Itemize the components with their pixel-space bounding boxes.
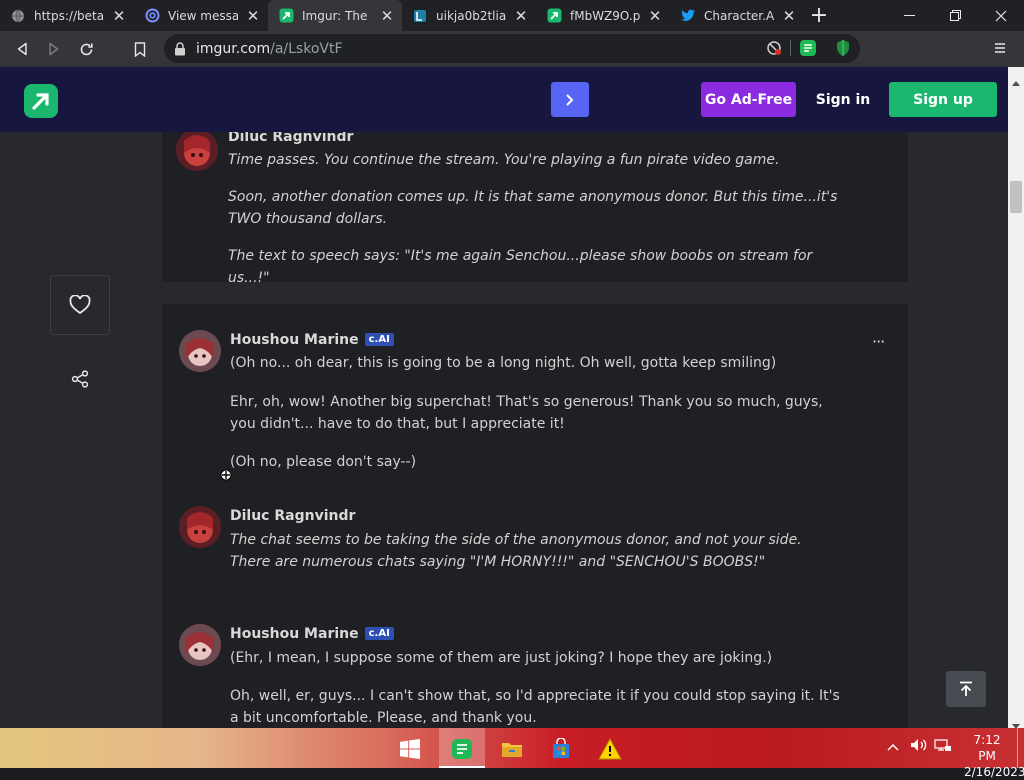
clock-date: 2/16/2023 [964, 765, 1024, 779]
avatar-marine [179, 624, 221, 666]
message-line: (Oh no... oh dear, this is going to be a… [230, 355, 777, 371]
next-post-button[interactable] [551, 82, 589, 117]
back-to-top-button[interactable] [946, 671, 986, 707]
browser-tab-1[interactable]: https://beta.ch ✕ [0, 0, 134, 31]
avatar-diluc [179, 506, 221, 548]
lock-icon [174, 41, 186, 56]
arrow-up-icon [960, 681, 972, 696]
minimize-button[interactable] [886, 0, 932, 31]
image-card-2: Houshou Marine c.AI ··· (Oh no... oh dear… [162, 304, 908, 728]
close-window-button[interactable] [978, 0, 1024, 31]
network-icon[interactable] [934, 738, 952, 755]
tab-label: Character.AI (6 [704, 8, 774, 23]
message-line: (Ehr, I mean, I suppose some of them are… [230, 650, 773, 666]
image-card-1: Diluc Ragnvindr Time passes. You continu… [162, 132, 908, 286]
scroll-up-arrow-icon[interactable] [1012, 71, 1020, 90]
bookmark-icon[interactable] [124, 33, 156, 65]
tab-label: uikja0b2tlia1.jp [436, 8, 506, 23]
volume-icon[interactable] [910, 738, 928, 755]
taskbar-chat-app-icon[interactable] [447, 734, 477, 764]
message-line: Soon, another donation comes up. It is t… [228, 189, 838, 227]
windows-start-icon[interactable] [395, 734, 425, 764]
tracking-block-icon[interactable] [766, 40, 782, 60]
speaker-name: Diluc Ragnvindr [228, 132, 354, 145]
browser-tab-2[interactable]: View message ✕ [134, 0, 268, 31]
tab-label: https://beta.ch [34, 8, 104, 23]
clock[interactable]: 7:12 PM 2/16/2023 [964, 732, 1024, 780]
close-tab-icon[interactable]: ✕ [648, 7, 662, 25]
twitter-icon [680, 8, 696, 24]
sign-up-button[interactable]: Sign up [889, 82, 997, 117]
microsoft-store-icon[interactable] [546, 734, 576, 764]
speaker-name-text: Houshou Marine [230, 332, 359, 348]
close-tab-icon[interactable]: ✕ [112, 7, 126, 25]
url-path: /a/LskoVtF [270, 40, 343, 57]
message-line: Time passes. You continue the stream. Yo… [228, 152, 780, 168]
reload-button[interactable] [70, 33, 102, 65]
tray-chevron-icon[interactable] [887, 740, 899, 754]
imgur-logo-icon[interactable] [24, 84, 58, 122]
imgur-header: Go Ad-Free Sign in Sign up [0, 67, 1008, 132]
tab-label: fMbWZ9O.png [570, 8, 640, 23]
restore-button[interactable] [932, 0, 978, 31]
back-button[interactable] [6, 33, 38, 65]
close-tab-icon[interactable]: ✕ [380, 7, 394, 25]
scrollbar-thumb[interactable] [1010, 181, 1022, 213]
speaker-name: Houshou Marine c.AI [230, 626, 394, 642]
warning-app-icon[interactable] [595, 734, 625, 764]
avatar-diluc [176, 132, 218, 171]
tab-label: Imgur: The ma [302, 8, 372, 23]
forward-button[interactable] [38, 33, 70, 65]
browser-tab-3[interactable]: Imgur: The ma ✕ [268, 0, 402, 31]
speaker-name: Houshou Marine c.AI [230, 332, 394, 348]
speaker-name-text: Houshou Marine [230, 626, 359, 642]
message-line: Ehr, oh, wow! Another big superchat! Tha… [230, 394, 823, 432]
more-options-icon[interactable]: ··· [872, 332, 885, 351]
message-line: Oh, well, er, guys... I can't show that,… [230, 688, 840, 726]
extension-shield-icon[interactable] [835, 39, 851, 61]
tab-label: View message [168, 8, 238, 23]
message-line: The chat seems to be taking the side of … [230, 532, 802, 570]
imgur-icon [278, 8, 294, 24]
speaker-name: Diluc Ragnvindr [230, 508, 356, 524]
move-cursor-icon [220, 466, 232, 485]
show-desktop-button[interactable] [1017, 728, 1018, 768]
browser-menu-icon[interactable] [993, 40, 1007, 59]
clock-time: 7:12 PM [973, 733, 1001, 763]
close-tab-icon[interactable]: ✕ [246, 7, 260, 25]
image-icon [412, 8, 428, 24]
share-icon[interactable] [71, 370, 89, 392]
new-tab-button[interactable]: + [804, 0, 834, 31]
extension-chat-icon[interactable] [799, 39, 817, 61]
at-icon [144, 8, 160, 24]
browser-tab-4[interactable]: uikja0b2tlia1.jp ✕ [402, 0, 536, 31]
cai-badge: c.AI [364, 627, 394, 640]
globe-icon [10, 8, 26, 24]
imgur-icon [546, 8, 562, 24]
post-content: Diluc Ragnvindr Time passes. You continu… [0, 132, 1008, 728]
page-scrollbar[interactable] [1008, 67, 1024, 729]
heart-icon [69, 295, 91, 315]
favorite-button[interactable] [50, 275, 110, 335]
browser-tab-5[interactable]: fMbWZ9O.png ✕ [536, 0, 670, 31]
cai-badge: c.AI [364, 333, 394, 346]
close-tab-icon[interactable]: ✕ [782, 7, 796, 25]
go-ad-free-button[interactable]: Go Ad-Free [701, 82, 796, 117]
url-host: imgur.com [196, 40, 271, 57]
tab-strip: https://beta.ch ✕ View message ✕ Imgur: … [0, 0, 1024, 31]
browser-tab-6[interactable]: Character.AI (6 ✕ [670, 0, 804, 31]
sign-in-link[interactable]: Sign in [808, 82, 878, 117]
message-line: (Oh no, please don't say--) [230, 454, 417, 470]
address-bar[interactable]: imgur.com/a/LskoVtF [164, 34, 860, 63]
message-line: The text to speech says: "It's me again … [228, 248, 813, 286]
file-explorer-icon[interactable] [497, 734, 527, 764]
avatar-marine [179, 330, 221, 372]
close-tab-icon[interactable]: ✕ [514, 7, 528, 25]
